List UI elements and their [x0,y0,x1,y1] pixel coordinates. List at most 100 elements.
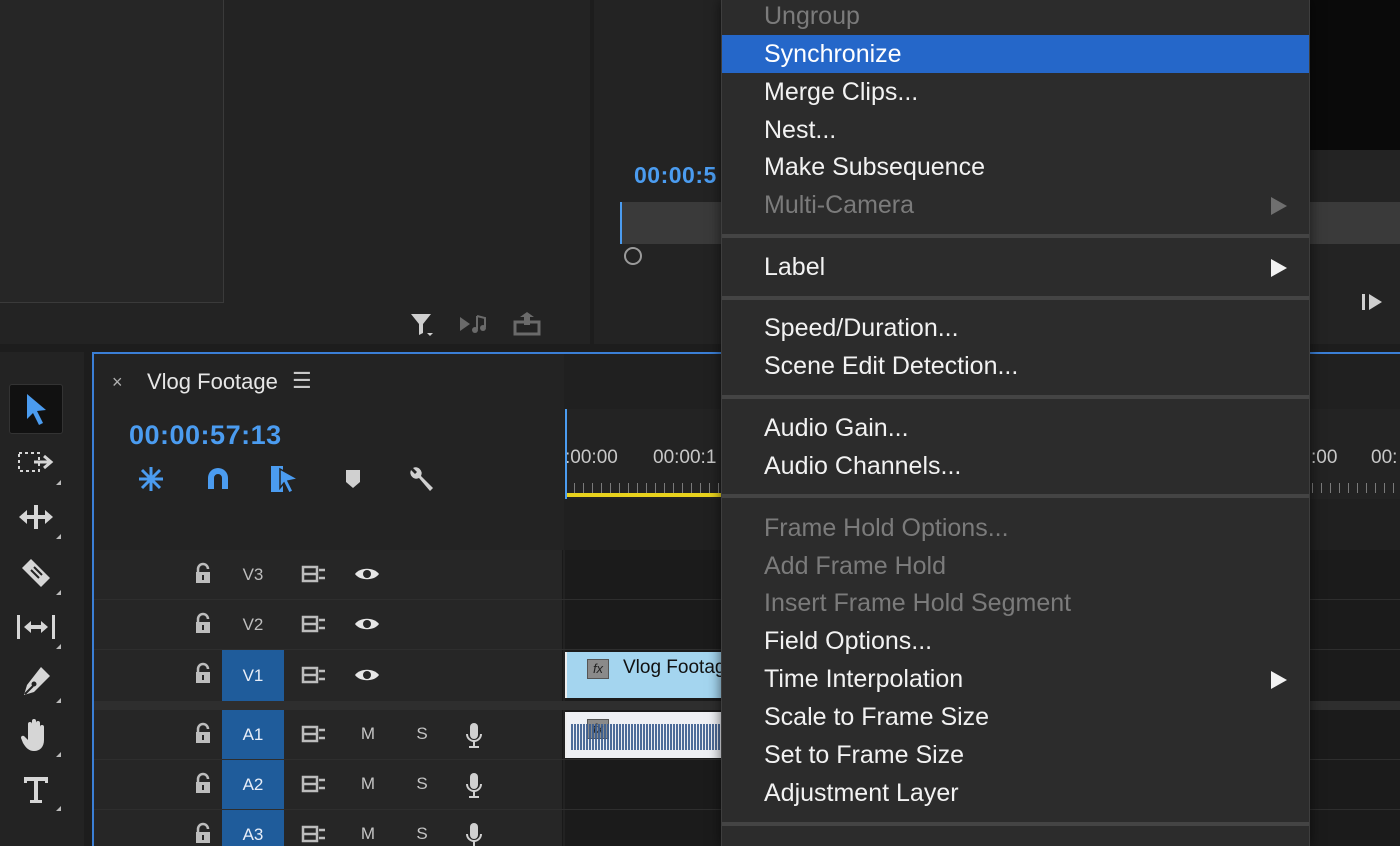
eye-icon[interactable] [352,666,382,684]
menu-item-time-interpolation[interactable]: Time Interpolation [722,660,1309,698]
track-name[interactable]: A2 [222,760,284,809]
solo-button[interactable]: S [411,774,433,794]
sync-lock-icon[interactable] [300,665,328,685]
fx-badge: fx [587,659,609,679]
menu-item-scale-to-frame-size[interactable]: Scale to Frame Size [722,698,1309,736]
mute-button[interactable]: M [357,774,379,794]
lock-icon[interactable] [192,822,214,846]
track-name[interactable]: V2 [222,600,284,649]
submenu-arrow-icon [1271,671,1287,689]
step-forward-icon[interactable] [1360,290,1386,319]
menu-item-add-frame-hold[interactable]: Add Frame Hold [722,547,1309,585]
export-icon[interactable] [512,310,542,338]
insert-icon[interactable] [458,310,488,338]
sync-lock-icon[interactable] [300,564,328,584]
ruler-label: :00 [1311,447,1338,468]
track-name[interactable]: A1 [222,710,284,759]
lock-icon[interactable] [192,772,214,796]
pen-tool-icon[interactable] [9,656,63,706]
menu-item-adjustment-layer[interactable]: Adjustment Layer [722,774,1309,812]
linked-selection-icon[interactable] [267,462,301,496]
submenu-arrow-icon [1271,259,1287,277]
solo-button[interactable]: S [411,824,433,844]
track-name[interactable]: A3 [222,810,284,846]
ruler-label: 00: [1371,447,1398,468]
lock-icon[interactable] [192,612,214,636]
menu-item-set-to-frame-size[interactable]: Set to Frame Size [722,736,1309,774]
menu-item-frame-hold-options[interactable]: Frame Hold Options... [722,509,1309,547]
source-monitor-frame [0,0,224,303]
menu-item-label: Multi-Camera [764,191,915,219]
slip-tool-icon[interactable] [9,602,63,652]
timeline-settings-wrench-icon[interactable] [404,462,438,496]
premiere-workspace: 00:00:5 × Vlog Footage ☰ 00:00:57:13:00… [0,0,1400,846]
menu-separator [722,234,1309,238]
video-clip[interactable]: fx Vlog Footage [565,652,723,698]
microphone-icon[interactable] [462,721,486,749]
eye-icon[interactable] [352,565,382,583]
menu-item-insert-frame-hold-segment[interactable]: Insert Frame Hold Segment [722,584,1309,622]
track-name[interactable]: V3 [222,550,284,599]
ruler-label: :00:00 [565,447,618,468]
menu-separator [722,296,1309,300]
menu-separator [722,822,1309,826]
eye-icon[interactable] [352,615,382,633]
menu-item-synchronize[interactable]: Synchronize [722,35,1309,73]
timeline-header: × Vlog Footage ☰ 00:00:57:13 [94,354,564,554]
menu-item-speed-duration[interactable]: Speed/Duration... [722,309,1309,347]
track-header: A1 M S [94,710,563,759]
timeline-playhead[interactable] [565,409,567,499]
menu-item-make-subsequence[interactable]: Make Subsequence [722,148,1309,186]
type-tool-icon[interactable] [9,764,63,814]
sync-lock-icon[interactable] [300,724,328,744]
mute-button[interactable]: M [357,824,379,844]
menu-item-audio-gain[interactable]: Audio Gain... [722,409,1309,447]
snap-magnet-icon[interactable] [201,462,235,496]
close-tab-button[interactable]: × [112,372,123,393]
microphone-icon[interactable] [462,771,486,799]
clip-name: Vlog Footage [623,657,723,678]
menu-item-nest[interactable]: Nest... [722,111,1309,149]
menu-item-merge-clips[interactable]: Merge Clips... [722,73,1309,111]
track-header: V1 [94,650,563,701]
sync-lock-icon[interactable] [300,774,328,794]
add-marker-icon[interactable] [336,462,370,496]
sync-lock-icon[interactable] [300,614,328,634]
menu-item-label-text: Label [764,253,826,281]
sequence-tab-title[interactable]: Vlog Footage [147,369,278,395]
program-timecode[interactable]: 00:00:5 [634,162,717,189]
razor-tool-icon[interactable] [9,548,63,598]
menu-item-label: Time Interpolation [764,665,964,693]
mute-button[interactable]: M [357,724,379,744]
lock-icon[interactable] [192,662,214,686]
sync-lock-icon[interactable] [300,824,328,844]
menu-item-scene-edit-detection[interactable]: Scene Edit Detection... [722,347,1309,385]
filter-icon[interactable] [406,310,436,338]
menu-item-audio-channels[interactable]: Audio Channels... [722,447,1309,485]
audio-clip[interactable]: fx [565,712,723,758]
ruler-label: 00:00:1 [653,447,717,468]
sequence-timecode[interactable]: 00:00:57:13 [129,420,282,451]
track-header: A2 M S [94,760,563,809]
program-zoom-handle[interactable] [624,247,642,265]
track-header: V2 [94,600,563,649]
menu-item-label[interactable]: Label [722,248,1309,286]
lock-icon[interactable] [192,562,214,586]
menu-item-field-options[interactable]: Field Options... [722,622,1309,660]
program-playhead[interactable] [620,202,622,244]
track-name[interactable]: V1 [222,650,284,701]
panel-menu-icon[interactable]: ☰ [292,368,312,394]
solo-button[interactable]: S [411,724,433,744]
hand-tool-icon[interactable] [9,710,63,760]
lock-icon[interactable] [192,722,214,746]
ripple-edit-tool-icon[interactable] [9,492,63,542]
track-header: V3 [94,550,563,599]
snap-nest-icon[interactable] [134,462,168,496]
menu-item-ungroup[interactable]: Ungroup [722,0,1309,35]
menu-item-multi-camera[interactable]: Multi-Camera [722,186,1309,224]
track-header: A3 M S [94,810,563,846]
microphone-icon[interactable] [462,821,486,846]
work-area-bar[interactable] [565,493,725,497]
track-select-tool-icon[interactable] [9,438,63,488]
selection-tool-icon[interactable] [9,384,63,434]
